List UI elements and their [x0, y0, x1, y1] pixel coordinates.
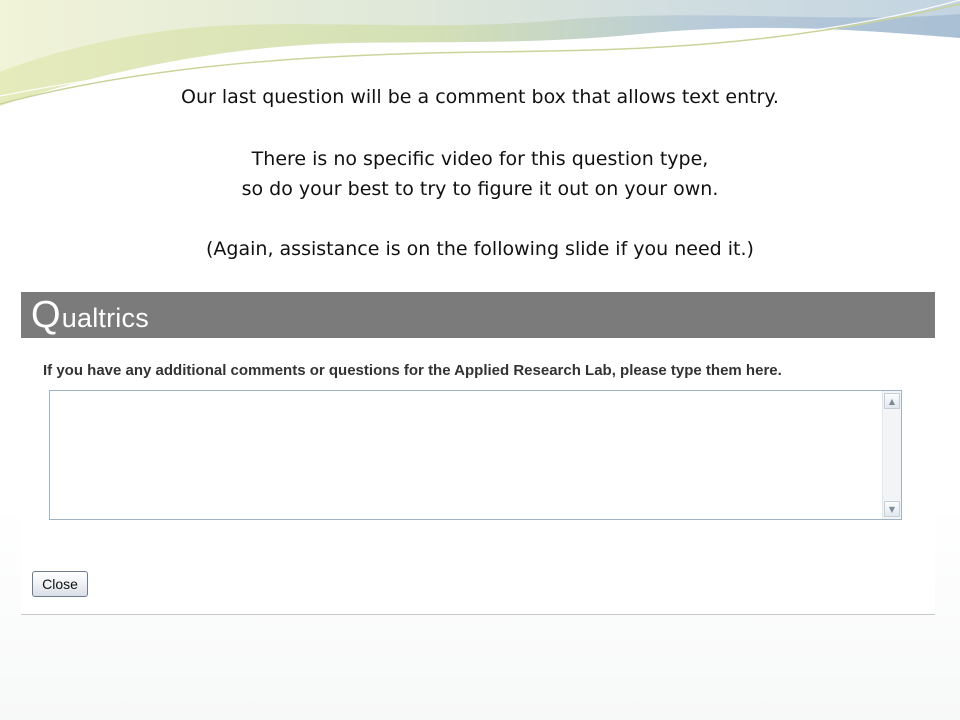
- intro-line: Our last question will be a comment box …: [181, 86, 779, 108]
- scroll-down-arrow-icon[interactable]: ▼: [884, 501, 900, 517]
- scroll-up-arrow-icon[interactable]: ▲: [884, 393, 900, 409]
- question-text: If you have any additional comments or q…: [43, 362, 782, 379]
- instructions-text: Our last question will be a comment box …: [0, 82, 960, 264]
- assistance-line: (Again, assistance is on the following s…: [206, 238, 754, 260]
- note-line-2: so do your best to try to figure it out …: [241, 178, 719, 200]
- textarea-scrollbar[interactable]: ▲ ▼: [882, 391, 901, 519]
- qualtrics-header: Qualtrics: [21, 292, 935, 338]
- question-body: If you have any additional comments or q…: [21, 338, 935, 520]
- qualtrics-logo: Qualtrics: [31, 296, 149, 334]
- comment-textarea[interactable]: [50, 391, 882, 519]
- qualtrics-logo-text: ualtrics: [61, 303, 149, 333]
- comment-box[interactable]: ▲ ▼: [49, 390, 902, 520]
- note-line-1: There is no specific video for this ques…: [251, 148, 709, 170]
- qualtrics-survey-window: Qualtrics If you have any additional com…: [21, 292, 935, 615]
- close-button[interactable]: Close: [32, 571, 88, 597]
- qualtrics-logo-q: Q: [31, 294, 61, 336]
